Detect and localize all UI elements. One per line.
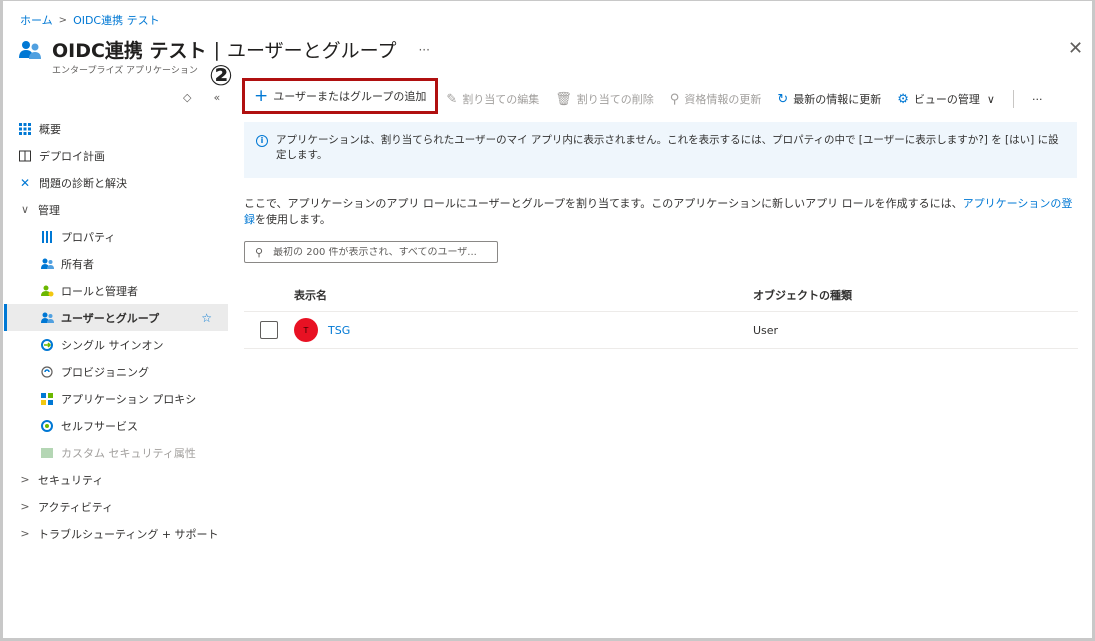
column-header-type[interactable]: オブジェクトの種類 [753, 287, 1078, 303]
column-header-name[interactable]: 表示名 [294, 287, 753, 303]
sidebar-item-overview[interactable]: 概要 [4, 115, 228, 142]
more-options-icon: ··· [1031, 92, 1043, 106]
gear-icon: ⚙ [897, 91, 909, 107]
sidebar-item-self-service[interactable]: セルフサービス [4, 412, 228, 439]
properties-icon [40, 230, 54, 244]
trash-icon: 🗑 [555, 91, 572, 107]
sort-icon[interactable]: ◇ [183, 91, 191, 104]
row-checkbox[interactable] [260, 321, 278, 339]
toolbar-more-button[interactable]: ··· [1024, 86, 1051, 112]
remove-assignment-button[interactable]: 🗑 割り当ての削除 [547, 86, 662, 112]
owners-icon [40, 257, 54, 271]
sidebar-item-provisioning[interactable]: プロビジョニング [4, 358, 228, 385]
proxy-icon [40, 392, 54, 406]
search-input[interactable] [273, 246, 484, 258]
breadcrumb-home[interactable]: ホーム [20, 12, 53, 28]
plus-icon: + [254, 86, 269, 106]
table-header: 表示名 オブジェクトの種類 [244, 278, 1078, 312]
update-credentials-button[interactable]: ⚲ 資格情報の更新 [662, 86, 770, 112]
title-separator: | [213, 38, 220, 61]
chevron-right-icon: > [20, 473, 30, 486]
chevron-down-icon: ∨ [20, 203, 30, 216]
sso-icon [40, 338, 54, 352]
info-banner: i アプリケーションは、割り当てられたユーザーのマイ アプリ内に表示されません。… [244, 122, 1077, 178]
avatar: T [294, 318, 318, 342]
edit-assignment-button[interactable]: ✎ 割り当ての編集 [438, 86, 547, 112]
search-box: ⚲ [244, 241, 498, 263]
collapse-sidebar-icon[interactable]: « [213, 91, 220, 104]
table-row[interactable]: T TSG User [244, 312, 1078, 349]
selfservice-icon [40, 419, 54, 433]
sidebar-item-owners[interactable]: 所有者 [4, 250, 228, 277]
refresh-button[interactable]: ↻ 最新の情報に更新 [769, 86, 889, 112]
roles-icon [40, 284, 54, 298]
chevron-right-icon: > [20, 527, 30, 540]
search-icon: ⚲ [255, 245, 264, 259]
sidebar-item-troubleshooting[interactable]: > トラブルシューティング + サポート [4, 520, 228, 547]
info-text: アプリケーションは、割り当てられたユーザーのマイ アプリ内に表示されません。これ… [276, 134, 1059, 161]
info-icon: i [256, 135, 268, 147]
breadcrumb: ホーム > OIDC連携 テスト [20, 12, 160, 28]
page-subtitle: ユーザーとグループ [226, 40, 397, 62]
chevron-down-icon: ∨ [986, 92, 995, 106]
sidebar-item-deploy-plan[interactable]: デプロイ計画 [4, 142, 228, 169]
row-type: User [753, 323, 779, 337]
users-icon [40, 311, 54, 325]
sidebar-item-security[interactable]: > セキュリティ [4, 466, 228, 493]
sidebar-item-diagnose[interactable]: ✕ 問題の診断と解決 [4, 169, 228, 196]
sidebar: 概要 デプロイ計画 ✕ 問題の診断と解決 ∨ 管理 プロパティ 所有者 ロールと… [4, 115, 228, 547]
users-app-icon [18, 39, 44, 61]
favorite-star-icon[interactable]: ☆ [201, 311, 212, 325]
manage-view-button[interactable]: ⚙ ビューの管理 ∨ [889, 86, 1003, 112]
sidebar-item-custom-security: カスタム セキュリティ属性 [4, 439, 228, 466]
sidebar-item-activity[interactable]: > アクティビティ [4, 493, 228, 520]
wrench-icon: ✕ [19, 175, 31, 190]
sidebar-item-sso[interactable]: シングル サインオン [4, 331, 228, 358]
close-icon[interactable]: ✕ [1068, 38, 1083, 59]
toolbar-divider [1012, 90, 1014, 108]
resource-type-label: エンタープライズ アプリケーション [52, 66, 198, 76]
step-annotation: ② [209, 59, 233, 92]
sidebar-item-manage[interactable]: ∨ 管理 [4, 196, 228, 223]
breadcrumb-current[interactable]: OIDC連携 テスト [73, 12, 160, 28]
sidebar-item-users-groups[interactable]: ユーザーとグループ ☆ [4, 304, 228, 331]
chevron-right-icon: > [20, 500, 30, 513]
provisioning-icon [40, 365, 54, 379]
sidebar-item-roles[interactable]: ロールと管理者 [4, 277, 228, 304]
book-icon [18, 149, 32, 163]
pencil-icon: ✎ [446, 91, 458, 107]
more-options-icon[interactable]: ··· [418, 43, 429, 57]
assignments-table: 表示名 オブジェクトの種類 T TSG User [244, 278, 1078, 349]
custom-attr-icon [40, 446, 54, 460]
sidebar-item-properties[interactable]: プロパティ [4, 223, 228, 250]
sidebar-item-app-proxy[interactable]: アプリケーション プロキシ [4, 385, 228, 412]
page-title: OIDC連携 テスト [52, 40, 207, 62]
breadcrumb-separator-icon: > [58, 14, 68, 26]
grid-icon [18, 122, 32, 136]
row-name-link[interactable]: TSG [328, 324, 350, 337]
sidebar-controls: ◇ « [183, 91, 220, 104]
key-search-icon: ⚲ [669, 91, 680, 107]
add-user-group-button[interactable]: + ユーザーまたはグループの追加 [242, 78, 439, 114]
description-text: ここで、アプリケーションのアプリ ロールにユーザーとグループを割り当てます。この… [244, 197, 1073, 226]
refresh-icon: ↻ [777, 91, 789, 107]
command-bar: + ユーザーまたはグループの追加 ✎ 割り当ての編集 🗑 割り当ての削除 ⚲ 資… [242, 78, 1051, 114]
